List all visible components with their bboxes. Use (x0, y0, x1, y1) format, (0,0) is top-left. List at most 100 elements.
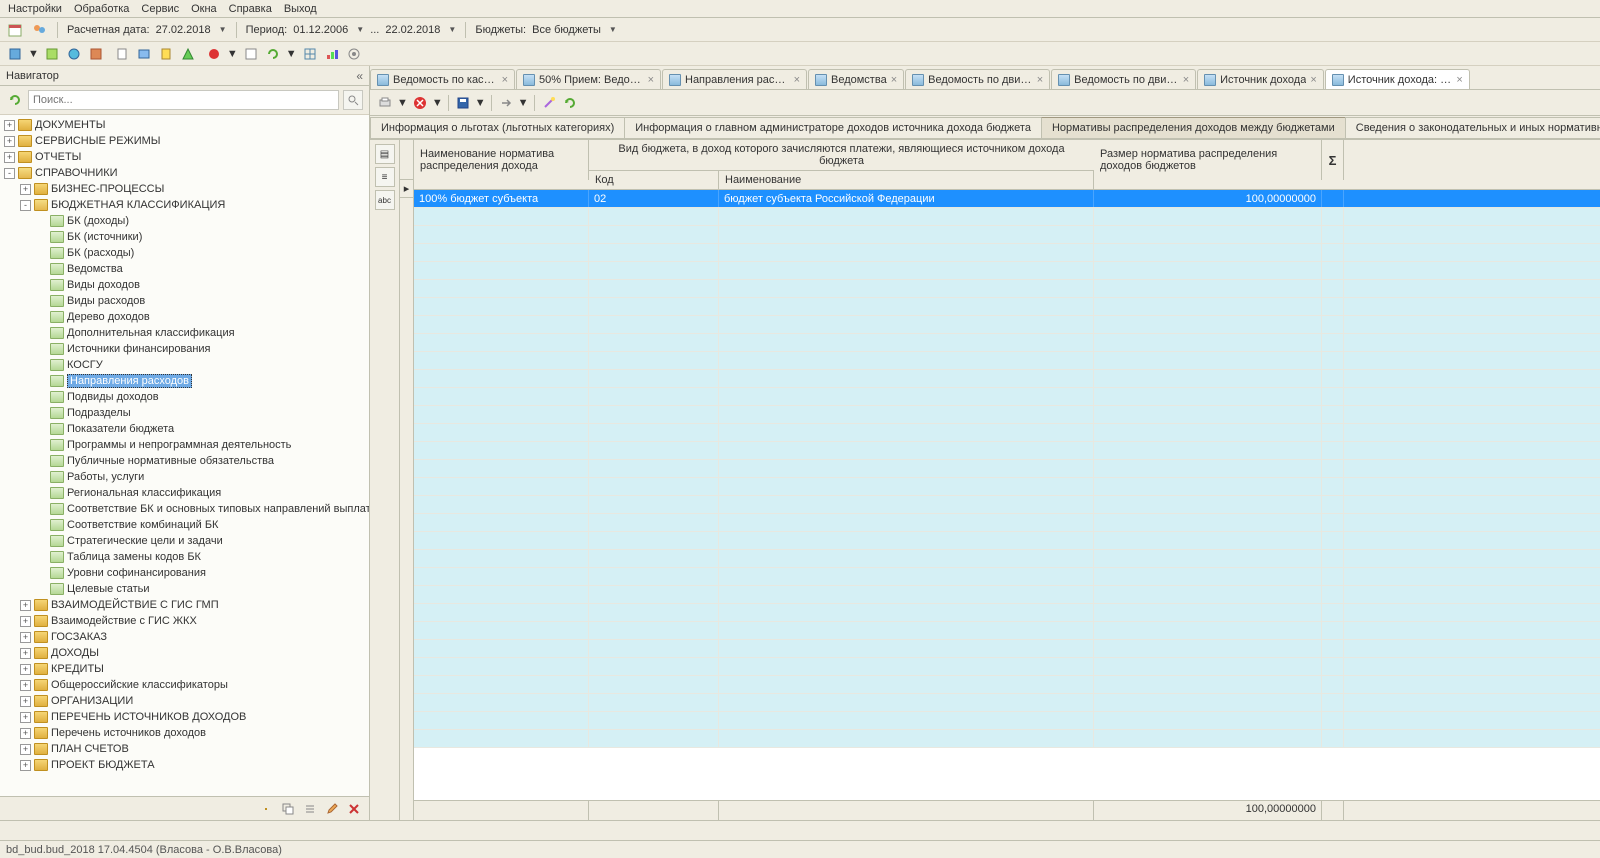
table-row-empty[interactable] (414, 730, 1600, 748)
doc-save-icon[interactable] (454, 94, 472, 112)
refresh-dropdown[interactable]: ▼ (286, 48, 297, 60)
tree-item[interactable]: Уровни софинансирования (0, 565, 369, 581)
record-icon[interactable] (205, 45, 223, 63)
expand-icon[interactable]: + (20, 664, 31, 675)
doc-wand-icon[interactable] (540, 94, 558, 112)
col-header-name[interactable]: Наименование норматива распределения дох… (414, 140, 589, 180)
users-icon[interactable] (30, 21, 48, 39)
tree-item[interactable]: Источники финансирования (0, 341, 369, 357)
tree-item[interactable]: Региональная классификация (0, 485, 369, 501)
expand-icon[interactable]: + (20, 680, 31, 691)
tree-item[interactable]: +Перечень источников доходов (0, 725, 369, 741)
menu-service[interactable]: Сервис (141, 3, 179, 15)
collapse-icon[interactable]: - (4, 168, 15, 179)
tab-close-icon[interactable]: × (1183, 74, 1189, 86)
table-row-empty[interactable] (414, 226, 1600, 244)
grid-tool-3[interactable]: abc (375, 190, 395, 210)
document-tab[interactable]: 50% Прием: Ведомос...× (516, 69, 661, 89)
tree-item[interactable]: +ДОКУМЕНТЫ (0, 117, 369, 133)
tree-item[interactable]: +ГОСЗАКАЗ (0, 629, 369, 645)
search-button[interactable] (343, 90, 363, 110)
chart-icon[interactable] (323, 45, 341, 63)
tree-item[interactable]: Виды доходов (0, 277, 369, 293)
tree-item[interactable]: -БЮДЖЕТНАЯ КЛАССИФИКАЦИЯ (0, 197, 369, 213)
period-to[interactable]: 22.02.2018 (385, 24, 440, 36)
table-row-empty[interactable] (414, 208, 1600, 226)
table-row-empty[interactable] (414, 478, 1600, 496)
table-row-empty[interactable] (414, 406, 1600, 424)
refresh-icon[interactable] (264, 45, 282, 63)
table-row-empty[interactable] (414, 550, 1600, 568)
table-row-empty[interactable] (414, 334, 1600, 352)
tab-close-icon[interactable]: × (1310, 74, 1316, 86)
tree-item[interactable]: Виды расходов (0, 293, 369, 309)
footer-folder-icon[interactable] (257, 800, 275, 818)
tree-item[interactable]: БК (расходы) (0, 245, 369, 261)
footer-list-icon[interactable] (301, 800, 319, 818)
document-tab[interactable]: Источник дохода× (1197, 69, 1324, 89)
document-tab[interactable]: Ведомства× (808, 69, 904, 89)
footer-copy-icon[interactable] (279, 800, 297, 818)
tree-item[interactable]: +ОРГАНИЗАЦИИ (0, 693, 369, 709)
grid-tool-2[interactable]: ≡ (375, 167, 395, 187)
table-row-empty[interactable] (414, 388, 1600, 406)
sub-tab[interactable]: Информация о главном администраторе дохо… (624, 117, 1042, 139)
grid-icon[interactable] (301, 45, 319, 63)
table-row-empty[interactable] (414, 298, 1600, 316)
settings-icon[interactable] (345, 45, 363, 63)
table-row-empty[interactable] (414, 622, 1600, 640)
tree-item[interactable]: -СПРАВОЧНИКИ (0, 165, 369, 181)
tree-item[interactable]: БК (источники) (0, 229, 369, 245)
tree-item[interactable]: БК (доходы) (0, 213, 369, 229)
tool-icon-1[interactable] (6, 45, 24, 63)
tool-icon-5[interactable] (113, 45, 131, 63)
table-row[interactable]: 100% бюджет субъекта02бюджет субъекта Ро… (414, 190, 1600, 208)
document-tab[interactable]: Источник дохода: №...× (1325, 69, 1470, 89)
table-row-empty[interactable] (414, 280, 1600, 298)
table-row-empty[interactable] (414, 658, 1600, 676)
tree-item[interactable]: Ведомства (0, 261, 369, 277)
export-dropdown[interactable]: ▼ (518, 97, 529, 109)
menu-settings[interactable]: Настройки (8, 3, 62, 15)
tree-item[interactable]: +ДОХОДЫ (0, 645, 369, 661)
expand-icon[interactable]: + (20, 744, 31, 755)
expand-icon[interactable]: + (20, 728, 31, 739)
expand-icon[interactable]: + (20, 600, 31, 611)
record-dropdown[interactable]: ▼ (227, 48, 238, 60)
doc-refresh-icon[interactable] (561, 94, 579, 112)
tree-item[interactable]: Подвиды доходов (0, 389, 369, 405)
col-header-code[interactable]: Код (589, 171, 719, 189)
tool-icon-9[interactable] (242, 45, 260, 63)
tree-item[interactable]: Направления расходов (0, 373, 369, 389)
footer-delete-icon[interactable] (345, 800, 363, 818)
tab-close-icon[interactable]: × (1456, 74, 1462, 86)
period-to-dropdown-icon[interactable]: ▼ (448, 25, 456, 34)
tree-item[interactable]: Публичные нормативные обязательства (0, 453, 369, 469)
tree-item[interactable]: Соответствие комбинаций БК (0, 517, 369, 533)
tool-icon-7[interactable] (157, 45, 175, 63)
tree-item[interactable]: +БИЗНЕС-ПРОЦЕССЫ (0, 181, 369, 197)
close-dropdown[interactable]: ▼ (432, 97, 443, 109)
tree-item[interactable]: Подразделы (0, 405, 369, 421)
table-row-empty[interactable] (414, 442, 1600, 460)
tree-item[interactable]: Таблица замены кодов БК (0, 549, 369, 565)
tab-close-icon[interactable]: × (502, 74, 508, 86)
expand-icon[interactable]: + (20, 712, 31, 723)
date-value[interactable]: 27.02.2018 (156, 24, 211, 36)
col-header-size[interactable]: Размер норматива распределения доходов б… (1094, 140, 1322, 180)
tree-item[interactable]: +ВЗАИМОДЕЙСТВИЕ С ГИС ГМП (0, 597, 369, 613)
tree-item[interactable]: +ПЛАН СЧЕТОВ (0, 741, 369, 757)
menu-help[interactable]: Справка (229, 3, 272, 15)
sidebar-collapse-icon[interactable]: « (356, 69, 363, 83)
tool-1-dropdown[interactable]: ▼ (28, 48, 39, 60)
expand-icon[interactable]: + (20, 184, 31, 195)
expand-icon[interactable]: + (20, 632, 31, 643)
table-row-empty[interactable] (414, 604, 1600, 622)
table-row-empty[interactable] (414, 640, 1600, 658)
tree-item[interactable]: Дерево доходов (0, 309, 369, 325)
tree-item[interactable]: Стратегические цели и задачи (0, 533, 369, 549)
document-tab[interactable]: Ведомость по движе...× (905, 69, 1050, 89)
col-header-budget-name[interactable]: Наименование (719, 171, 1094, 189)
doc-export-icon[interactable] (497, 94, 515, 112)
tree-item[interactable]: Работы, услуги (0, 469, 369, 485)
